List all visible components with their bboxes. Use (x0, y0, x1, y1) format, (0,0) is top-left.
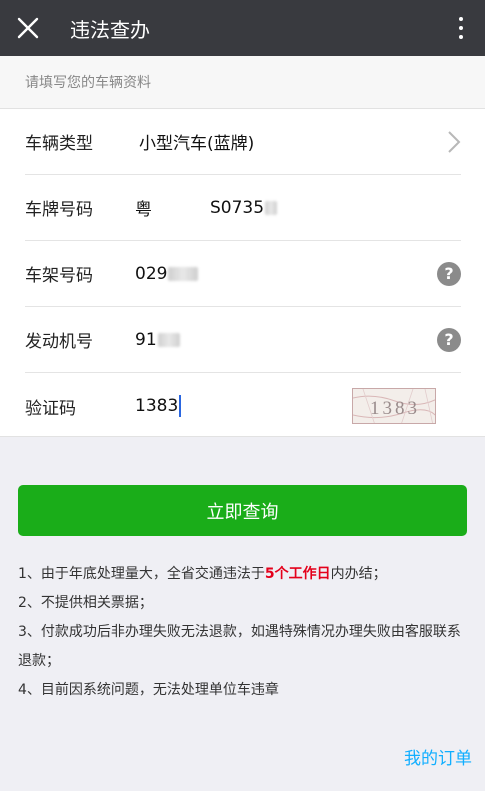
chevron-right-icon (448, 130, 461, 153)
query-button[interactable]: 立即查询 (18, 485, 467, 536)
top-bar: 违法查办 (0, 0, 485, 56)
engine-field[interactable]: 91 (135, 330, 180, 350)
redacted-text (168, 266, 199, 281)
notes: 1、由于年底处理量大，全省交通违法于5个工作日内办结； 2、不提供相关票据； 3… (18, 560, 470, 705)
more-vertical-icon (459, 17, 463, 21)
frame-label: 车架号码 (25, 266, 93, 286)
plate-label: 车牌号码 (25, 200, 93, 220)
close-icon (17, 17, 39, 39)
page-title: 违法查办 (70, 17, 150, 42)
plate-input[interactable]: 粤 S0735 (135, 195, 278, 220)
captcha-field[interactable]: 1383 (135, 395, 182, 417)
vehicle-type-label: 车辆类型 (25, 134, 93, 154)
close-button[interactable] (0, 0, 56, 56)
captcha-label: 验证码 (25, 398, 76, 419)
vehicle-form: 车辆类型 小型汽车(蓝牌) 车牌号码 粤 S0735 车架号码 029 ? 发动… (0, 109, 485, 437)
vehicle-type-value: 小型汽车(蓝牌) (139, 134, 255, 154)
engine-help-icon[interactable]: ? (437, 327, 461, 352)
note-item: 1、由于年底处理量大，全省交通违法于5个工作日内办结； (18, 566, 387, 582)
frame-help-icon[interactable]: ? (437, 261, 461, 286)
engine-label: 发动机号 (25, 332, 93, 352)
captcha-text: 1383 (370, 398, 420, 419)
note-item: 3、付款成功后非办理失败无法退款，如遇特殊情况办理失败由客服联系退款； (18, 624, 461, 669)
frame-value: 029 (135, 263, 168, 284)
more-button[interactable] (449, 10, 473, 46)
redacted-text (265, 200, 278, 215)
engine-value: 91 (135, 329, 157, 350)
frame-field[interactable]: 029 (135, 263, 199, 284)
plate-number-field[interactable]: S0735 (210, 198, 264, 218)
captcha-value: 1383 (135, 396, 179, 416)
frame-row: 车架号码 029 ? (25, 241, 461, 307)
note-item: 2、不提供相关票据； (18, 595, 153, 611)
highlight-text: 5个工作日 (264, 566, 331, 582)
captcha-row: 验证码 1383 1383 (25, 373, 461, 439)
form-hint: 请填写您的车辆资料 (0, 56, 485, 109)
plate-row: 车牌号码 粤 S0735 (25, 175, 461, 241)
captcha-image[interactable]: 1383 (352, 388, 436, 424)
engine-row: 发动机号 91 ? (25, 307, 461, 373)
text-cursor (179, 395, 182, 417)
my-orders-link[interactable]: 我的订单 (404, 744, 472, 769)
redacted-text (157, 332, 180, 347)
plate-province-select[interactable]: 粤 (135, 195, 152, 220)
vehicle-type-row[interactable]: 车辆类型 小型汽车(蓝牌) (25, 109, 461, 175)
note-item: 4、目前因系统问题，无法处理单位车违章 (18, 682, 279, 698)
